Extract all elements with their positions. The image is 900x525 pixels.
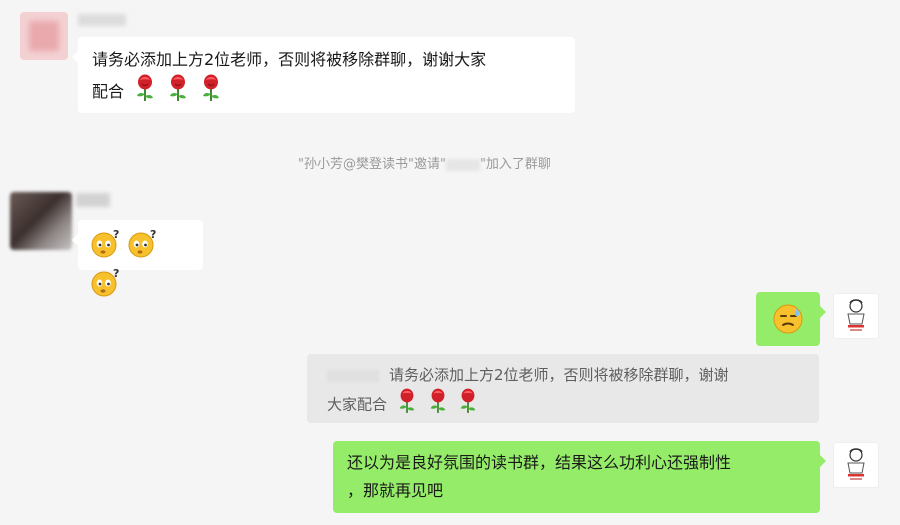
rose-icon xyxy=(199,74,223,111)
svg-text:?: ? xyxy=(113,267,119,280)
redacted-name xyxy=(445,158,480,171)
rose-icon xyxy=(396,388,418,422)
sweat-smile-emoji xyxy=(772,303,804,344)
my-avatar[interactable] xyxy=(833,442,879,488)
message-bubble[interactable] xyxy=(756,292,826,346)
message-bubble[interactable]: 还以为是良好氛围的读书群，结果这么功利心还强制性 ，那就再见吧 xyxy=(333,441,826,513)
quote-line: 请务必添加上方2位老师，否则将被移除群聊，谢谢 xyxy=(327,362,803,388)
redacted-name xyxy=(78,14,126,26)
quote-text: 大家配合 xyxy=(327,395,388,414)
rose-icon xyxy=(457,388,479,422)
question-face-emoji: ? xyxy=(127,228,159,267)
sender-avatar[interactable] xyxy=(10,192,72,250)
message-line: 还以为是良好氛围的读书群，结果这么功利心还强制性 xyxy=(347,453,732,472)
rose-icon xyxy=(133,74,157,111)
my-avatar[interactable] xyxy=(833,293,879,339)
message-line: 请务必添加上方2位老师，否则将被移除群聊，谢谢大家 xyxy=(92,50,487,69)
quote-text: 请务必添加上方2位老师，否则将被移除群聊，谢谢 xyxy=(389,366,729,384)
sender-avatar[interactable] xyxy=(20,12,68,60)
rose-icon xyxy=(427,388,449,422)
message-bubble[interactable]: 请务必添加上方2位老师，否则将被移除群聊，谢谢大家 配合 xyxy=(72,37,575,113)
message-bubble[interactable]: ? ? ? xyxy=(72,220,203,297)
rose-icon xyxy=(166,74,190,111)
question-face-emoji: ? xyxy=(90,228,122,267)
system-notice-text: "加入了群聊 xyxy=(479,157,551,172)
message-line: ，那就再见吧 xyxy=(347,481,444,500)
svg-text:?: ? xyxy=(113,228,119,241)
redacted-name xyxy=(76,193,110,207)
system-notice-text: "孙小芳@樊登读书"邀请" xyxy=(298,157,446,172)
redacted-name xyxy=(327,369,379,382)
message-line: 配合 xyxy=(92,82,125,101)
quoted-message[interactable]: 请务必添加上方2位老师，否则将被移除群聊，谢谢 大家配合 xyxy=(307,354,819,423)
question-face-emoji: ? xyxy=(90,267,122,306)
svg-text:?: ? xyxy=(150,228,156,241)
cartoon-avatar-icon xyxy=(847,299,865,331)
system-notice: "孙小芳@樊登读书"邀请" "加入了群聊 xyxy=(298,153,551,172)
message-line-with-icons: 配合 xyxy=(92,74,561,111)
quote-line: 大家配合 xyxy=(327,388,803,422)
cartoon-avatar-icon xyxy=(847,448,865,480)
